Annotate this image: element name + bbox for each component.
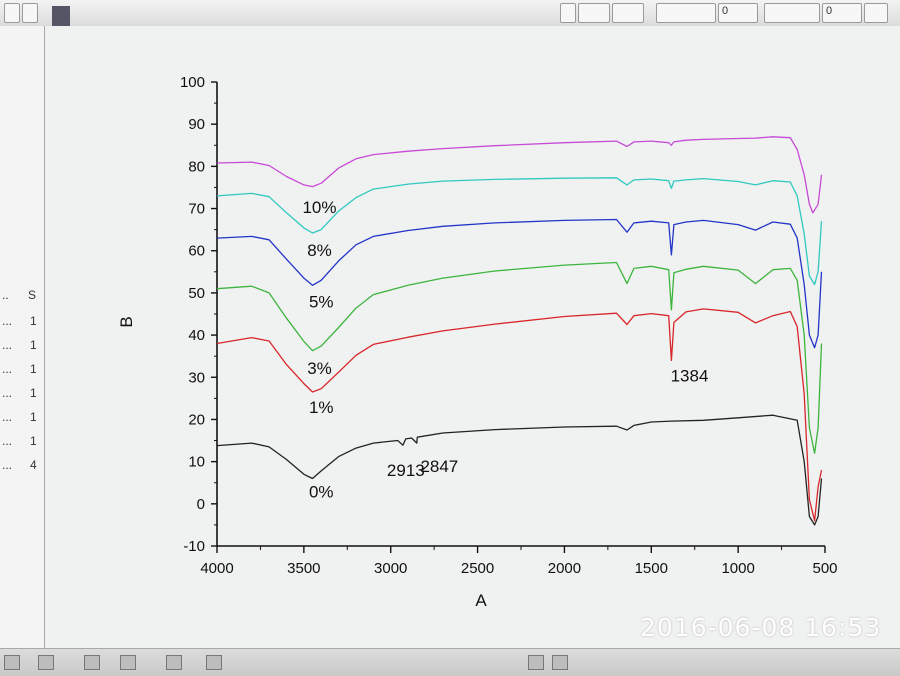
x-tick-label: 3500 [287, 560, 320, 577]
x-tick-label: 2000 [548, 560, 581, 577]
rescale-icon[interactable] [552, 655, 568, 670]
top-toolbar: 0 0 [0, 0, 900, 27]
series-line-5pct [216, 218, 823, 349]
fill-color-select[interactable] [764, 3, 820, 23]
toolbar-button[interactable] [560, 3, 576, 23]
x-tick-label: 1500 [635, 560, 668, 577]
annotation-label: 1384 [671, 366, 709, 385]
line-style-select[interactable] [656, 3, 716, 23]
series-line-0pct [216, 414, 823, 526]
row-name: ... [2, 386, 13, 400]
row-name: ... [2, 458, 13, 472]
x-tick-label: 1000 [721, 560, 754, 577]
y-tick-label: 80 [188, 158, 205, 175]
annotation-label: 2847 [420, 457, 458, 476]
hatch-button[interactable] [864, 3, 888, 23]
x-tick-label: 2500 [461, 560, 494, 577]
window-tab[interactable] [52, 6, 70, 28]
row-value: 1 [30, 362, 37, 376]
row-value: 1 [30, 386, 37, 400]
y-tick-label: 90 [188, 116, 205, 133]
row-name: ... [2, 410, 13, 424]
line-width-value: 0 [722, 5, 729, 17]
left-panel-header-s: S [28, 288, 37, 302]
x-tick-label: 3000 [374, 560, 407, 577]
y-tick-label: 0 [197, 496, 205, 513]
x-tick-label: 4000 [200, 560, 233, 577]
settings-icon[interactable] [206, 655, 222, 670]
row-value: 4 [30, 458, 37, 472]
y-tick-label: 100 [180, 74, 205, 91]
annotation-label: 0% [309, 482, 334, 501]
y-tick-label: 60 [188, 243, 205, 260]
y-tick-label: -10 [183, 538, 205, 555]
y-tick-label: 50 [188, 285, 205, 302]
row-name: ... [2, 314, 13, 328]
series-line-3pct [216, 261, 823, 454]
layout-icon[interactable] [38, 655, 54, 670]
row-value: 1 [30, 410, 37, 424]
line-color-button[interactable] [578, 3, 610, 23]
row-name: ... [2, 434, 13, 448]
row-name: ... [2, 338, 13, 352]
window-restore-icon[interactable] [22, 3, 38, 23]
annotation-label: 3% [307, 359, 332, 378]
y-tick-label: 70 [188, 201, 205, 218]
x-axis-title: A [475, 591, 487, 610]
line-width-select[interactable]: 0 [718, 3, 758, 23]
annotation-label: 10% [302, 198, 336, 217]
row-name: ... [2, 362, 13, 376]
left-panel-header: .. S [0, 288, 44, 306]
y-tick-label: 20 [188, 411, 205, 428]
y-tick-label: 10 [188, 454, 205, 471]
annotation-label: 1% [309, 398, 334, 417]
left-panel: .. S ... 1 ... 1 ... 1 ... 1 ... 1 ... 1 ... 4 [0, 26, 45, 648]
row-value: 1 [30, 338, 37, 352]
series-line-1pct [216, 308, 823, 522]
bottom-toolbar [0, 648, 900, 676]
graph-page: -10 0 10 20 30 40 50 60 70 80 90 100 4000 3500 3000 250… [45, 26, 900, 648]
annotation-label: 8% [307, 241, 332, 260]
y-tick-label: 30 [188, 369, 205, 386]
x-tick-label: 500 [812, 560, 837, 577]
y-tick-label: 40 [188, 327, 205, 344]
pattern-select[interactable]: 0 [822, 3, 862, 23]
photo-timestamp: 2016-06-08 16:53 [640, 613, 882, 642]
row-value: 1 [30, 314, 37, 328]
y-axis-title: B [117, 316, 136, 327]
window-close-icon[interactable] [4, 3, 20, 23]
pen-button[interactable] [612, 3, 644, 23]
left-panel-header-name: .. [2, 288, 9, 302]
function-icon[interactable] [166, 655, 182, 670]
chart: -10 0 10 20 30 40 50 60 70 80 90 100 4000 3500 3000 250… [117, 74, 838, 610]
annotation-label: 5% [309, 293, 334, 312]
annotation-label: 2913 [387, 461, 425, 480]
row-value: 1 [30, 434, 37, 448]
graph-icon[interactable] [120, 655, 136, 670]
zoom-icon[interactable] [528, 655, 544, 670]
pattern-value: 0 [826, 5, 833, 17]
export-icon[interactable] [84, 655, 100, 670]
layer-icon[interactable] [4, 655, 20, 670]
